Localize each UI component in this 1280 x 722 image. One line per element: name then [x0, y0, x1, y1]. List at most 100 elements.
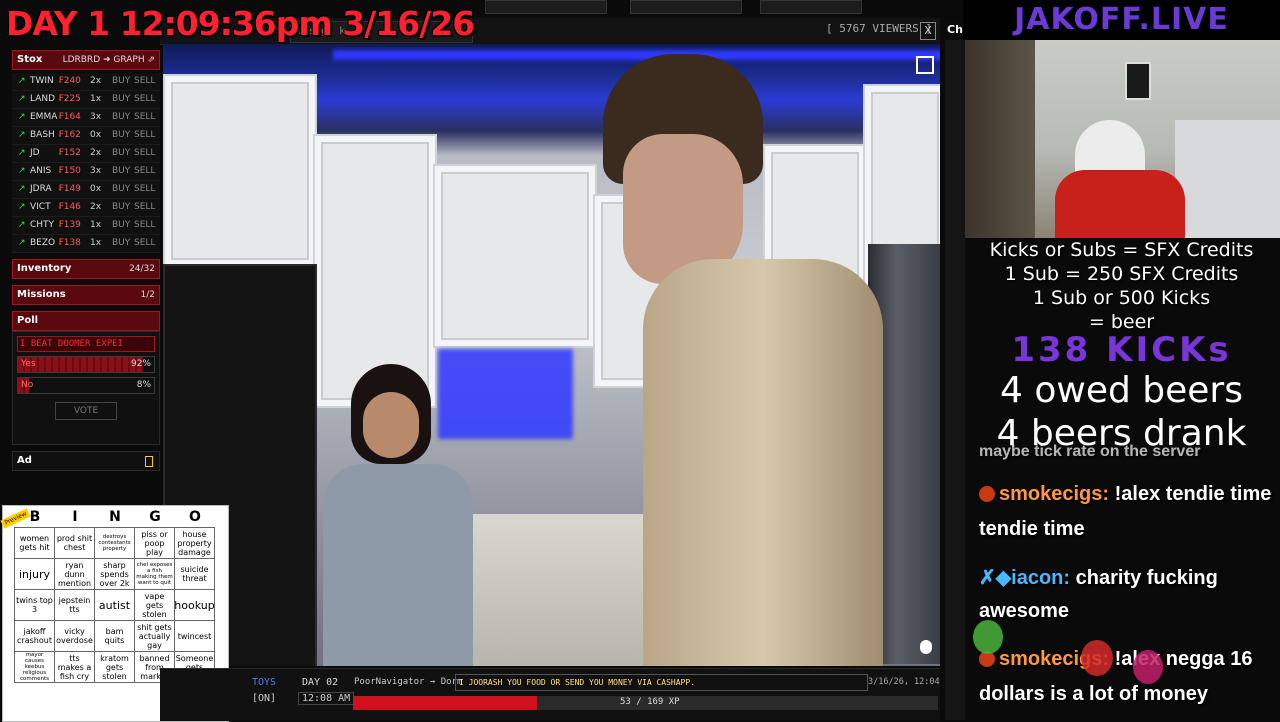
- sell-button[interactable]: SELL: [134, 145, 155, 162]
- poll-option-yes[interactable]: Yes 92%: [17, 356, 155, 373]
- buy-button[interactable]: BUY: [112, 91, 130, 108]
- bingo-cell[interactable]: kratom gets stolen: [94, 651, 135, 683]
- toys-state[interactable]: [ON]: [252, 693, 276, 704]
- rules-line: Kicks or Subs = SFX Credits: [989, 239, 1254, 261]
- stox-row: ↗ EMMA ₣164 3x BUY SELL: [12, 109, 160, 127]
- sell-button[interactable]: SELL: [134, 181, 155, 198]
- bingo-cell[interactable]: twincest: [174, 620, 215, 652]
- buy-button[interactable]: BUY: [112, 163, 130, 180]
- bingo-cell[interactable]: tts makes a fish cry: [54, 651, 95, 683]
- toys-label[interactable]: TOYS: [252, 677, 276, 688]
- person-right: [583, 44, 883, 666]
- stox-multiplier: 3x: [90, 166, 102, 176]
- message-ticker: I JOORASH YOU FOOD OR SEND YOU MONEY VIA…: [455, 674, 868, 691]
- inventory-header[interactable]: Inventory 24/32: [12, 259, 160, 279]
- bingo-cell[interactable]: jepstein tts: [54, 589, 95, 621]
- bingo-cell[interactable]: shit gets actually gay: [134, 620, 175, 652]
- cabinet: [163, 74, 317, 268]
- chat-text: !alex tendie time: [1114, 483, 1272, 505]
- bingo-cell[interactable]: injury: [14, 558, 55, 590]
- bingo-cell[interactable]: autist: [94, 589, 135, 621]
- bingo-cell[interactable]: piss or poop play: [134, 527, 175, 559]
- trend-up-icon: ↗: [18, 76, 26, 86]
- bingo-cell[interactable]: mayor causes keebus religious comments: [14, 651, 55, 683]
- stox-ticker: JD: [30, 148, 40, 158]
- trend-up-icon: ↗: [18, 184, 26, 194]
- chat-username[interactable]: smokecigs:: [999, 483, 1109, 505]
- xp-fill: [353, 696, 537, 710]
- buy-button[interactable]: BUY: [112, 73, 130, 90]
- sell-button[interactable]: SELL: [134, 199, 155, 216]
- stream-video[interactable]: [163, 44, 940, 666]
- fullscreen-icon[interactable]: [916, 56, 934, 74]
- badge-icon: ✗◆: [979, 567, 1012, 589]
- vote-button[interactable]: VOTE: [55, 402, 117, 420]
- buy-button[interactable]: BUY: [112, 235, 130, 252]
- buy-button[interactable]: BUY: [112, 181, 130, 198]
- chat-message-continued: dollars is a lot of money: [979, 683, 1208, 705]
- site-title: JAKOFF.LIVE: [963, 0, 1280, 40]
- bingo-cell[interactable]: suicide threat: [174, 558, 215, 590]
- chat-username[interactable]: iacon:: [1011, 567, 1070, 589]
- bingo-cell[interactable]: sharp spends over 2k: [94, 558, 135, 590]
- buy-button[interactable]: BUY: [112, 199, 130, 216]
- bingo-cell[interactable]: destroys contestants property: [94, 527, 135, 559]
- bingo-cell[interactable]: bam quits: [94, 620, 135, 652]
- bingo-cell[interactable]: vape gets stolen: [134, 589, 175, 621]
- buy-button[interactable]: BUY: [112, 217, 130, 234]
- bingo-cell[interactable]: ryan dunn mention: [54, 558, 95, 590]
- buy-button[interactable]: BUY: [112, 109, 130, 126]
- chat-message-continued: awesome: [979, 600, 1070, 622]
- bingo-cell[interactable]: vicky overdose: [54, 620, 95, 652]
- top-tab[interactable]: [485, 0, 607, 14]
- ad-title: Ad: [17, 455, 32, 466]
- chat-tab[interactable]: Ch: [945, 20, 965, 40]
- buy-button[interactable]: BUY: [112, 145, 130, 162]
- bingo-cell[interactable]: jakoff crashout: [14, 620, 55, 652]
- stox-row: ↗ JD ₣152 2x BUY SELL: [12, 145, 160, 163]
- top-tab[interactable]: [630, 0, 742, 14]
- sell-button[interactable]: SELL: [134, 91, 155, 108]
- stox-header-links[interactable]: LDRBRD ➜ GRAPH ⇗: [63, 51, 155, 69]
- timestamp: 3/16/26, 12:04 AM: [868, 677, 955, 687]
- buy-button[interactable]: BUY: [112, 127, 130, 144]
- trend-up-icon: ↗: [18, 94, 26, 104]
- chat-message: ✗◆iacon: charity fucking: [979, 565, 1218, 590]
- stox-row: ↗ VICT ₣146 2x BUY SELL: [12, 199, 160, 217]
- sell-button[interactable]: SELL: [134, 163, 155, 180]
- poll-header[interactable]: Poll: [12, 311, 160, 331]
- stox-ticker: TWIN: [30, 76, 54, 86]
- sell-button[interactable]: SELL: [134, 109, 155, 126]
- trend-up-icon: ↗: [18, 220, 26, 230]
- ad-toggle-icon[interactable]: [145, 456, 153, 467]
- stox-ticker: LAND: [30, 94, 56, 104]
- stox-row: ↗ BASH ₣162 0x BUY SELL: [12, 127, 160, 145]
- poll-option-no[interactable]: No 8%: [17, 377, 155, 394]
- trend-up-icon: ↗: [18, 148, 26, 158]
- stox-row: ↗ CHTY ₣139 1x BUY SELL: [12, 217, 160, 235]
- bingo-letter: I: [72, 509, 78, 525]
- sell-button[interactable]: SELL: [134, 127, 155, 144]
- bingo-cell[interactable]: women gets hit: [14, 527, 55, 559]
- bingo-cell[interactable]: chel exposes a fish making them want to …: [134, 558, 175, 590]
- navigator-route: PoorNavigator → Dorm: [354, 677, 463, 687]
- sell-button[interactable]: SELL: [134, 217, 155, 234]
- cabinet: [433, 164, 597, 348]
- stox-ticker: VICT: [30, 202, 51, 212]
- stox-header[interactable]: Stox LDRBRD ➜ GRAPH ⇗: [12, 50, 160, 70]
- bingo-cell[interactable]: house property damage: [174, 527, 215, 559]
- stox-multiplier: 0x: [90, 130, 102, 140]
- sell-button[interactable]: SELL: [134, 235, 155, 252]
- bingo-letter: O: [189, 509, 201, 525]
- chat-message: smokecigs: !alex negga 16: [979, 648, 1252, 671]
- sell-button[interactable]: SELL: [134, 73, 155, 90]
- bingo-cell[interactable]: prod shit chest: [54, 527, 95, 559]
- missions-header[interactable]: Missions 1/2: [12, 285, 160, 305]
- bingo-cell[interactable]: twins top 3: [14, 589, 55, 621]
- bingo-cell[interactable]: hookup: [174, 589, 215, 621]
- fruit-decoration: [1133, 650, 1163, 684]
- close-button[interactable]: X: [920, 22, 936, 40]
- top-tab[interactable]: [760, 0, 862, 14]
- bingo-header: B I N G O: [15, 506, 215, 528]
- stox-multiplier: 2x: [90, 202, 102, 212]
